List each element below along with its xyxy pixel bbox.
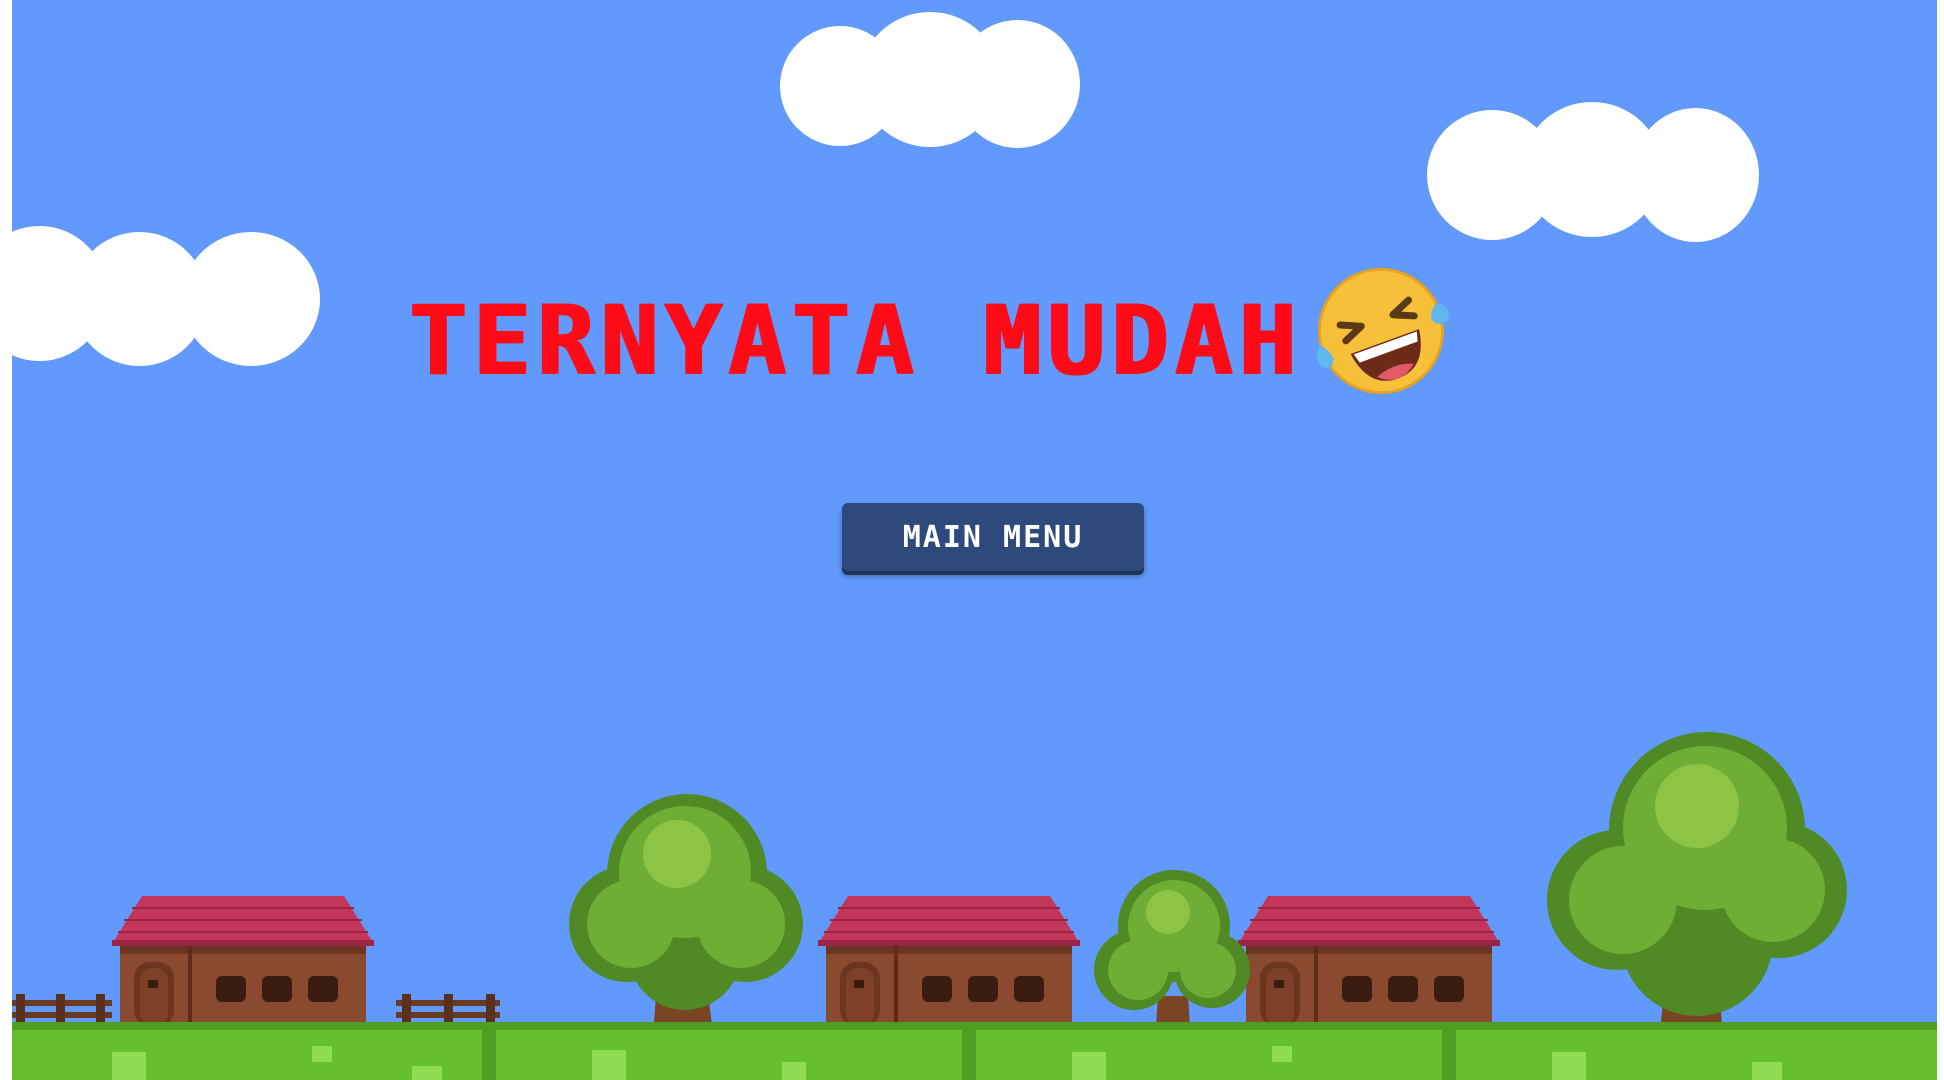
laughing-emoji-icon [1317, 268, 1449, 394]
game-title: TERNYATA MUDAH [408, 285, 1302, 397]
cloud [780, 12, 1080, 152]
title-group: TERNYATA MUDAH [408, 266, 1451, 416]
cloud [12, 226, 320, 368]
house [818, 896, 1080, 1026]
grass-ground [12, 1022, 1937, 1080]
tree [569, 794, 803, 1060]
game-stage: TERNYATA MUDAH MAIN MENU [12, 0, 1937, 1080]
house [1238, 896, 1500, 1026]
house [112, 896, 374, 1026]
cloud [1427, 102, 1759, 242]
main-menu-button[interactable]: MAIN MENU [842, 503, 1144, 571]
tree [1094, 870, 1250, 1046]
